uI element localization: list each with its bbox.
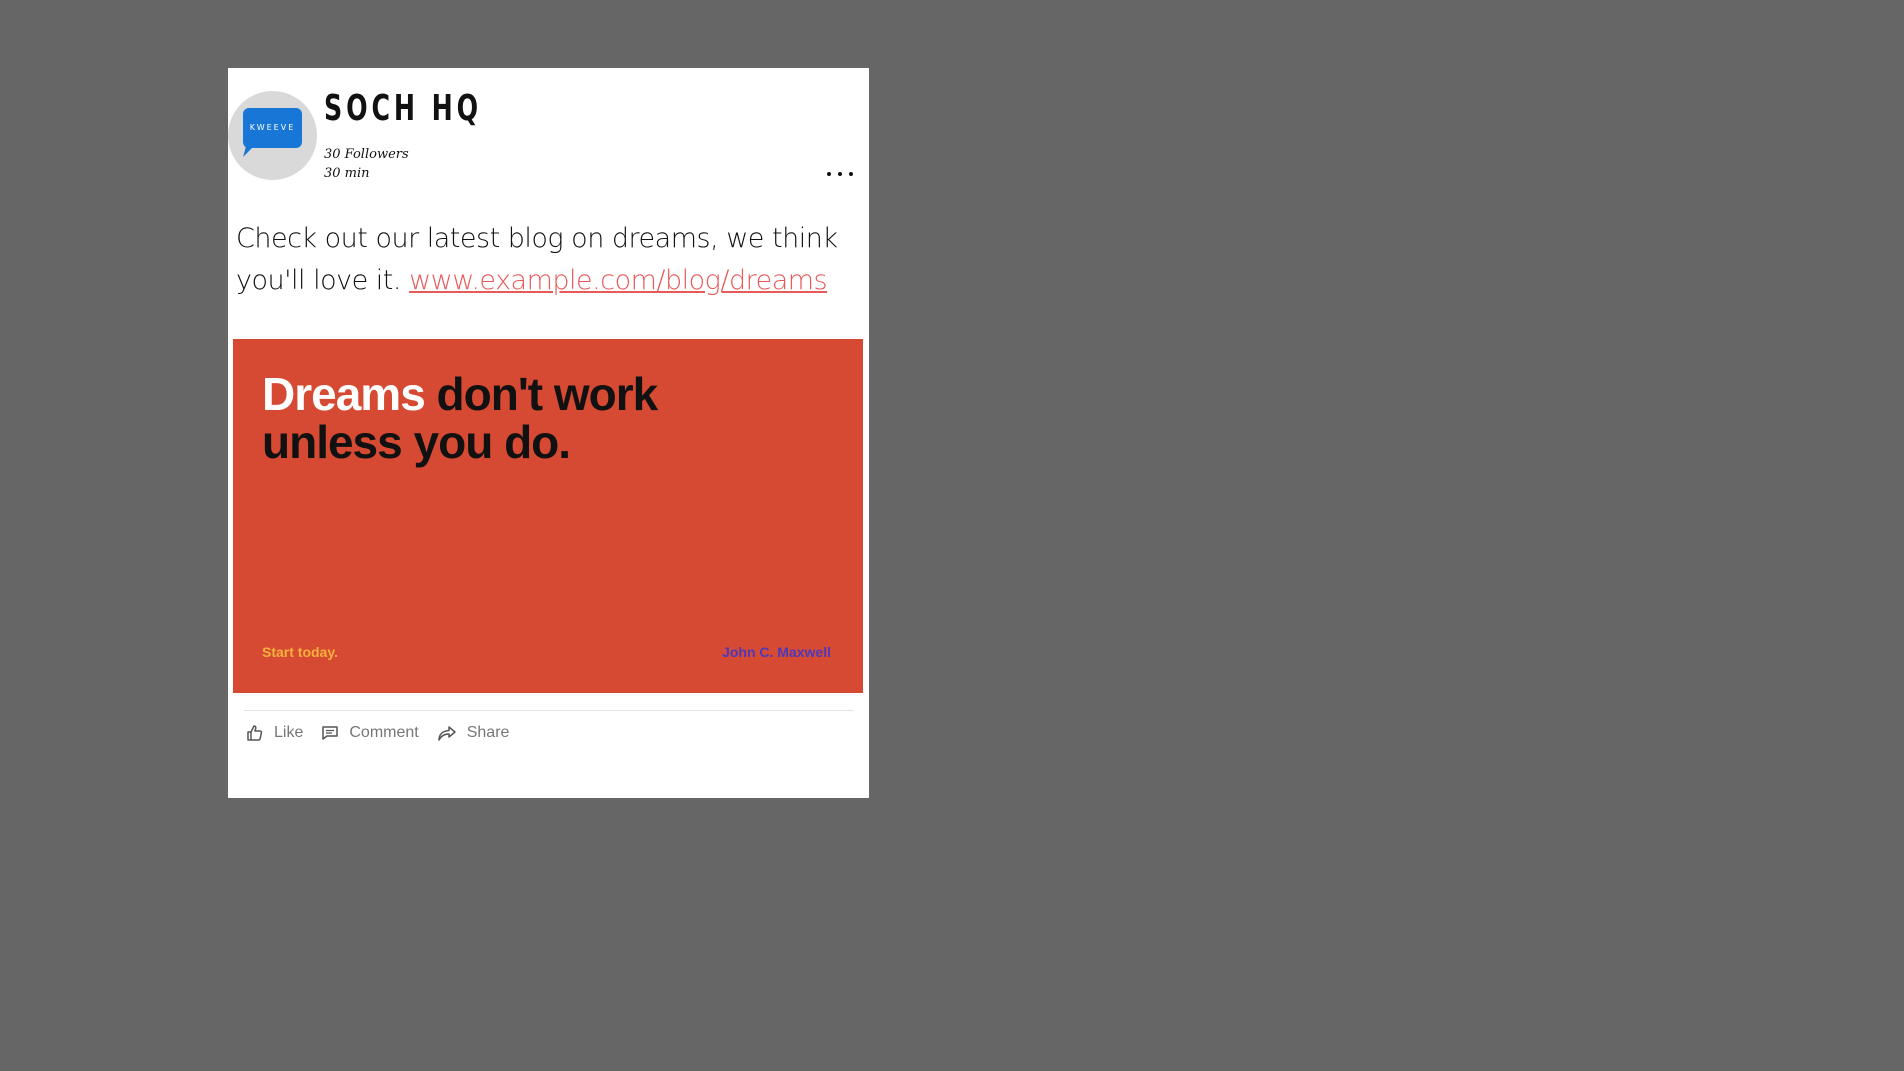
- avatar[interactable]: KWEEVE: [228, 91, 317, 180]
- post-link[interactable]: www.example.com/blog/dreams: [409, 265, 828, 296]
- quote-text: Dreams don't work unless you do.: [262, 368, 659, 468]
- more-dots-icon: [849, 172, 853, 176]
- speech-bubble-tail: [243, 143, 257, 157]
- followers-count: 30 Followers: [324, 147, 409, 162]
- action-bar: Like Comment Share: [246, 724, 527, 742]
- quote-line-1: don't work: [424, 368, 659, 420]
- image-tagline: Start today.: [262, 644, 338, 660]
- author-name[interactable]: SOCH HQ: [324, 88, 482, 129]
- comment-icon: [322, 726, 339, 740]
- avatar-logo-text: KWEEVE: [249, 123, 296, 132]
- quote-line-2: unless you do.: [262, 416, 571, 468]
- post-body: Check out our latest blog on dreams, we …: [236, 218, 846, 302]
- share-label: Share: [466, 724, 510, 741]
- kweeve-logo-icon: KWEEVE: [243, 108, 302, 148]
- more-options-button[interactable]: [825, 164, 855, 184]
- post-time: 30 min: [324, 166, 370, 181]
- share-icon: [437, 726, 456, 741]
- like-button[interactable]: Like: [246, 724, 303, 742]
- more-dots-icon: [838, 172, 842, 176]
- share-button[interactable]: Share: [437, 724, 510, 742]
- more-dots-icon: [827, 172, 831, 176]
- comment-button[interactable]: Comment: [321, 724, 419, 742]
- thumbs-up-icon: [247, 725, 263, 741]
- divider: [244, 710, 854, 711]
- post-card: KWEEVE SOCH HQ 30 Followers 30 min Check…: [228, 68, 869, 798]
- like-label: Like: [274, 724, 304, 741]
- quote-highlight: Dreams: [262, 368, 426, 420]
- comment-label: Comment: [349, 724, 419, 741]
- post-image[interactable]: Dreams don't work unless you do. Start t…: [233, 339, 863, 693]
- quote-author: John C. Maxwell: [722, 644, 831, 660]
